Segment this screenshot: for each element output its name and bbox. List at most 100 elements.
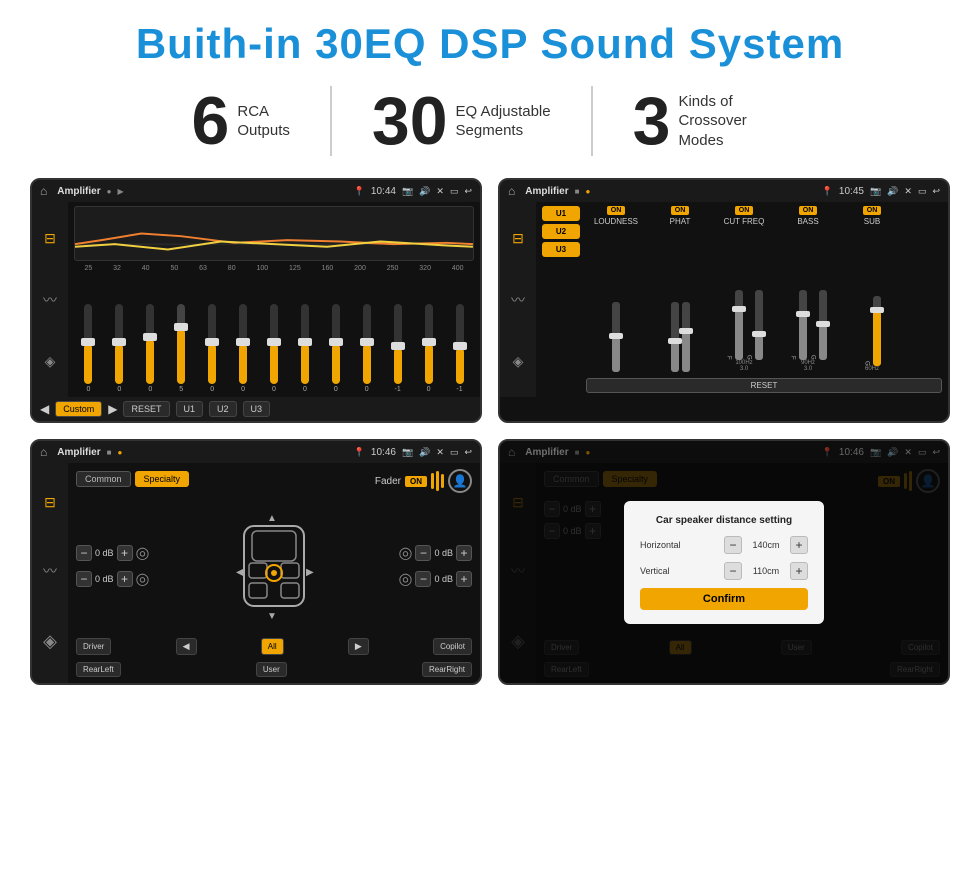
bass-label: BASS bbox=[797, 217, 818, 226]
copilot-left-btn[interactable]: ◀ bbox=[176, 638, 197, 655]
sub-on[interactable]: ON bbox=[863, 206, 882, 215]
eq-wave-icon[interactable]: 〰 bbox=[43, 290, 57, 310]
rl-plus[interactable]: + bbox=[117, 571, 133, 587]
fader-rect-icon: ▭ bbox=[450, 447, 459, 458]
stat-number-rca: 6 bbox=[192, 87, 230, 155]
crossover-screen: ⌂ Amplifier ■ ● 📍 10:45 📷 🔊 ✕ ▭ ↩ ⊟ 〰 ◈ bbox=[498, 178, 950, 423]
channel-cutfreq: ON CUT FREQ F G bbox=[714, 206, 774, 372]
rr-plus[interactable]: + bbox=[456, 571, 472, 587]
cutfreq-on[interactable]: ON bbox=[735, 206, 754, 215]
preset-u3[interactable]: U3 bbox=[542, 242, 580, 257]
svg-text:▶: ▶ bbox=[306, 567, 314, 578]
stat-number-eq: 30 bbox=[372, 87, 448, 155]
copilot-btn[interactable]: Copilot bbox=[433, 638, 472, 655]
eq-sliders: 0 0 0 5 bbox=[74, 276, 474, 393]
vertical-value: 110cm bbox=[746, 566, 786, 576]
eq-speaker-icon[interactable]: ◈ bbox=[45, 353, 56, 370]
eq-filter-icon[interactable]: ⊟ bbox=[44, 230, 56, 247]
stats-row: 6 RCAOutputs 30 EQ AdjustableSegments 3 … bbox=[30, 86, 950, 156]
eq-slider-13: -1 bbox=[456, 304, 464, 393]
horizontal-plus[interactable]: + bbox=[790, 536, 808, 554]
vertical-label: Vertical bbox=[640, 566, 670, 576]
eq-rect-icon: ▭ bbox=[450, 186, 459, 197]
stat-label-crossover: Kinds ofCrossover Modes bbox=[678, 92, 788, 151]
cross-filter-icon[interactable]: ⊟ bbox=[512, 230, 524, 247]
eq-prev-btn[interactable]: ◀ bbox=[40, 402, 49, 416]
fr-plus[interactable]: + bbox=[456, 545, 472, 561]
fader-dot1: ■ bbox=[107, 448, 112, 457]
confirm-button[interactable]: Confirm bbox=[640, 588, 808, 610]
eq-slider-4: 5 bbox=[177, 304, 185, 393]
vertical-minus[interactable]: − bbox=[724, 562, 742, 580]
home-icon[interactable]: ⌂ bbox=[40, 184, 47, 198]
eq-location-icon: 📍 bbox=[354, 186, 365, 197]
eq-slider-2: 0 bbox=[115, 304, 123, 393]
copilot-right-btn[interactable]: ▶ bbox=[348, 638, 369, 655]
cross-sidebar: ⊟ 〰 ◈ bbox=[500, 202, 536, 397]
screens-grid: ⌂ Amplifier ● ▶ 📍 10:44 📷 🔊 ✕ ▭ ↩ ⊟ 〰 ◈ bbox=[30, 178, 950, 685]
fader-dot2: ● bbox=[117, 448, 122, 457]
fader-home-icon[interactable]: ⌂ bbox=[40, 445, 47, 459]
cross-home-icon[interactable]: ⌂ bbox=[508, 184, 515, 198]
rearleft-btn[interactable]: RearLeft bbox=[76, 662, 121, 677]
fr-minus[interactable]: − bbox=[415, 545, 431, 561]
rearright-btn[interactable]: RearRight bbox=[422, 662, 472, 677]
bass-on[interactable]: ON bbox=[799, 206, 818, 215]
phat-on[interactable]: ON bbox=[671, 206, 690, 215]
eq-play-icon: ▶ bbox=[117, 187, 123, 196]
user-btn[interactable]: User bbox=[256, 662, 287, 677]
cross-time: 10:45 bbox=[839, 186, 864, 197]
fr-db: 0 dB bbox=[434, 548, 453, 558]
fader-screen: ⌂ Amplifier ■ ● 📍 10:46 📷 🔊 ✕ ▭ ↩ ⊟ 〰 ◈ bbox=[30, 439, 482, 685]
horizontal-minus[interactable]: − bbox=[724, 536, 742, 554]
fl-plus[interactable]: + bbox=[117, 545, 133, 561]
rr-minus[interactable]: − bbox=[415, 571, 431, 587]
fader-wave-icon[interactable]: 〰 bbox=[43, 561, 57, 581]
eq-sidebar: ⊟ 〰 ◈ bbox=[32, 202, 68, 397]
vertical-control: − 110cm + bbox=[724, 562, 808, 580]
cross-back-icon: ↩ bbox=[932, 186, 940, 197]
cross-wave-icon[interactable]: 〰 bbox=[511, 290, 525, 310]
phat-label: PHAT bbox=[670, 217, 691, 226]
eq-slider-12: 0 bbox=[425, 304, 433, 393]
eq-u3-btn[interactable]: U3 bbox=[243, 401, 271, 417]
fl-minus[interactable]: − bbox=[76, 545, 92, 561]
eq-back-icon: ↩ bbox=[464, 186, 472, 197]
cross-presets: U1 U2 U3 bbox=[542, 206, 580, 393]
driver-btn[interactable]: Driver bbox=[76, 638, 111, 655]
cross-speaker-icon[interactable]: ◈ bbox=[513, 353, 524, 370]
eq-reset-btn[interactable]: RESET bbox=[123, 401, 169, 417]
eq-next-btn[interactable]: ▶ bbox=[108, 402, 117, 416]
profile-icon[interactable]: 👤 bbox=[448, 469, 472, 493]
loudness-label: LOUDNESS bbox=[594, 217, 638, 226]
fader-back-icon: ↩ bbox=[464, 447, 472, 458]
preset-u1[interactable]: U1 bbox=[542, 206, 580, 221]
tab-specialty[interactable]: Specialty bbox=[135, 471, 190, 487]
eq-chart bbox=[74, 206, 474, 261]
eq-custom-btn[interactable]: Custom bbox=[55, 401, 102, 417]
fader-status-bar: ⌂ Amplifier ■ ● 📍 10:46 📷 🔊 ✕ ▭ ↩ bbox=[32, 441, 480, 463]
tab-common[interactable]: Common bbox=[76, 471, 131, 487]
cross-vol-icon: 🔊 bbox=[887, 186, 898, 197]
front-right-control: ◎ − 0 dB + bbox=[320, 543, 472, 563]
svg-text:▲: ▲ bbox=[267, 513, 277, 524]
distance-screen: ⌂ Amplifier ■ ● 📍 10:46 📷 🔊 ✕ ▭ ↩ ⊟ 〰 ◈ bbox=[498, 439, 950, 685]
eq-u2-btn[interactable]: U2 bbox=[209, 401, 237, 417]
fader-filter-icon[interactable]: ⊟ bbox=[44, 494, 56, 511]
horizontal-row: Horizontal − 140cm + bbox=[640, 536, 808, 554]
stat-rca: 6 RCAOutputs bbox=[152, 87, 330, 155]
eq-u1-btn[interactable]: U1 bbox=[176, 401, 204, 417]
cross-reset-btn[interactable]: RESET bbox=[586, 378, 942, 393]
eq-vol-icon: 🔊 bbox=[419, 186, 430, 197]
dialog-overlay: Car speaker distance setting Horizontal … bbox=[500, 441, 948, 683]
rl-minus[interactable]: − bbox=[76, 571, 92, 587]
fader-on-toggle[interactable]: ON bbox=[405, 476, 427, 487]
preset-u2[interactable]: U2 bbox=[542, 224, 580, 239]
fader-tabs: Common Specialty bbox=[76, 471, 189, 487]
fader-speaker-icon[interactable]: ◈ bbox=[43, 631, 57, 652]
fader-label: Fader bbox=[375, 476, 401, 487]
all-btn[interactable]: All bbox=[261, 638, 284, 655]
cross-status-bar: ⌂ Amplifier ■ ● 📍 10:45 📷 🔊 ✕ ▭ ↩ bbox=[500, 180, 948, 202]
vertical-plus[interactable]: + bbox=[790, 562, 808, 580]
loudness-on[interactable]: ON bbox=[607, 206, 626, 215]
